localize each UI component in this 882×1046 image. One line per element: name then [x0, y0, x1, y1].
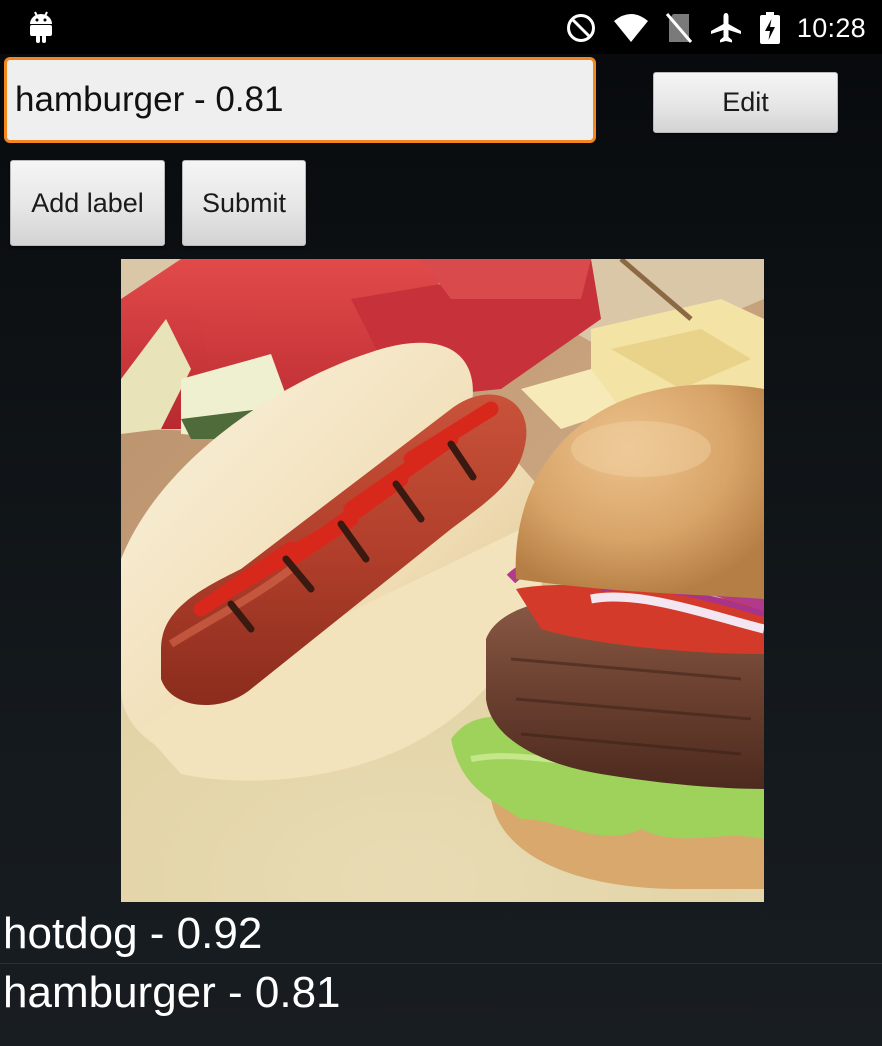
- results-list: hotdog - 0.92 hamburger - 0.81: [0, 905, 882, 1022]
- edit-button[interactable]: Edit: [653, 72, 838, 133]
- list-item[interactable]: hotdog - 0.92: [0, 905, 882, 963]
- food-photo: [121, 259, 764, 902]
- battery-charging-icon: [759, 11, 781, 45]
- status-time: 10:28: [796, 12, 866, 43]
- android-icon: [28, 10, 54, 44]
- do-not-disturb-icon: [565, 12, 597, 44]
- airplane-mode-icon: [709, 11, 743, 45]
- status-bar: 10:28: [0, 0, 882, 54]
- wifi-icon: [613, 13, 649, 43]
- no-sim-icon: [665, 12, 693, 44]
- submit-button[interactable]: Submit: [182, 160, 306, 246]
- list-item[interactable]: hamburger - 0.81: [0, 964, 882, 1022]
- label-input[interactable]: [4, 57, 596, 143]
- add-label-button[interactable]: Add label: [10, 160, 165, 246]
